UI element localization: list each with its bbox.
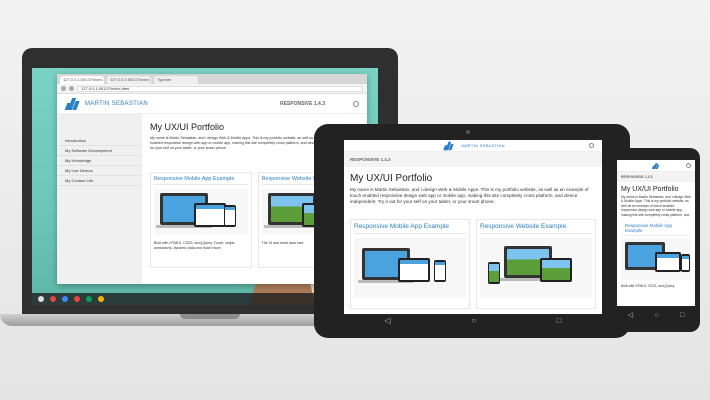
card-title[interactable]: Responsive Website Example bbox=[480, 223, 592, 234]
version-label: RESPONSIVE 1.4.3 bbox=[344, 152, 602, 167]
drive-icon[interactable] bbox=[86, 296, 92, 302]
page-title: My UX/UI Portfolio bbox=[621, 186, 679, 193]
recent-apps-icon[interactable]: □ bbox=[680, 312, 684, 319]
browser-tab[interactable]: 127.0.0.1:55137/index.html bbox=[60, 76, 104, 84]
search-icon[interactable] bbox=[353, 100, 359, 107]
site-header: MARTIN SEBASTIAN RESPONSIVE 1.4.3 bbox=[57, 94, 367, 114]
tablet-camera bbox=[466, 130, 470, 134]
sidebar-item-contact-info[interactable]: My Contact Info bbox=[57, 176, 142, 186]
phone-nav-bar: ◁ ○ □ bbox=[617, 308, 695, 322]
logo-icon[interactable] bbox=[443, 141, 455, 150]
logo-icon[interactable] bbox=[651, 162, 660, 169]
docs-icon[interactable] bbox=[98, 296, 104, 302]
back-icon[interactable] bbox=[61, 86, 66, 91]
sidebar-item-software-development[interactable]: My Software Development bbox=[57, 146, 142, 156]
search-icon[interactable] bbox=[589, 143, 594, 148]
youtube-icon[interactable] bbox=[74, 296, 80, 302]
sidebar-item-live-demos[interactable]: My Live Demos bbox=[57, 166, 142, 176]
version-label: RESPONSIVE 1.4.3 bbox=[279, 100, 325, 107]
browser-toolbar: 127.0.0.1:55137/index.html bbox=[57, 84, 367, 94]
sidebar: Introduction My Software Development My … bbox=[57, 114, 142, 284]
browser-tab[interactable]: Typeset bbox=[154, 76, 198, 84]
back-icon[interactable]: ◁ bbox=[384, 317, 390, 325]
tablet-screen: MARTIN SEBASTIAN RESPONSIVE 1.4.3 My UX/… bbox=[344, 140, 602, 314]
site-header: MARTIN SEBASTIAN bbox=[344, 140, 602, 152]
intro-paragraph: My name is Martin Sebastian, and I desig… bbox=[621, 195, 691, 217]
example-cards: Responsive Mobile App Example Responsive… bbox=[344, 213, 602, 314]
card-title[interactable]: Responsive Mobile App Example bbox=[621, 219, 691, 236]
devices-preview-image bbox=[154, 189, 248, 235]
sidebar-item-knowledge[interactable]: My Knowledge bbox=[57, 156, 142, 166]
recent-apps-icon[interactable]: □ bbox=[557, 317, 562, 325]
home-icon[interactable]: ○ bbox=[654, 312, 658, 319]
card-description: Built with HTML5, CSS3, and jQuery. bbox=[621, 284, 675, 288]
launcher-icon[interactable] bbox=[38, 296, 44, 302]
site-header bbox=[617, 160, 695, 172]
search-icon[interactable] bbox=[686, 163, 691, 168]
chrome-icon[interactable] bbox=[50, 296, 56, 302]
devices-scene: 127.0.0.1:55137/index.html 127.0.0.1:551… bbox=[0, 0, 710, 400]
sidebar-item-introduction[interactable]: Introduction bbox=[57, 136, 142, 146]
browser-tab[interactable]: 127.0.0.1:55137/index bbox=[107, 76, 151, 84]
home-icon[interactable]: ○ bbox=[471, 317, 476, 325]
browser-tabbar: 127.0.0.1:55137/index.html 127.0.0.1:551… bbox=[57, 74, 367, 84]
intro-paragraph: My name is Martin Sebastian, and I desig… bbox=[350, 187, 589, 204]
mail-icon[interactable] bbox=[62, 296, 68, 302]
phone-screen: RESPONSIVE 1.4.3 My UX/UI Portfolio My n… bbox=[617, 160, 695, 306]
laptop-notch bbox=[180, 314, 240, 319]
version-label: RESPONSIVE 1.4.3 bbox=[617, 172, 695, 182]
forward-icon[interactable] bbox=[69, 86, 74, 91]
devices-preview-image bbox=[480, 238, 592, 298]
mobile-app-example-card[interactable]: Responsive Mobile App Example bbox=[350, 219, 470, 309]
address-bar[interactable]: 127.0.0.1:55137/index.html bbox=[77, 85, 363, 92]
website-example-card[interactable]: Responsive Website Example bbox=[476, 219, 596, 309]
back-icon[interactable]: ◁ bbox=[628, 311, 633, 319]
mobile-app-example-card[interactable]: Responsive Mobile App Example Built with… bbox=[150, 172, 252, 268]
logo-text: MARTIN SEBASTIAN bbox=[461, 143, 505, 148]
devices-preview-image bbox=[354, 238, 466, 298]
card-title[interactable]: Responsive Mobile App Example bbox=[354, 223, 466, 234]
logo-text: MARTIN SEBASTIAN bbox=[85, 100, 149, 107]
card-title[interactable]: Responsive Mobile App Example bbox=[154, 176, 248, 185]
devices-preview-image bbox=[621, 238, 691, 280]
tablet-nav-bar: ◁ ○ □ bbox=[344, 314, 602, 328]
logo-icon[interactable] bbox=[64, 97, 81, 110]
card-description: Built with HTML5, CSS3, and jQuery. Touc… bbox=[154, 241, 236, 250]
page-title: My UX/UI Portfolio bbox=[350, 173, 433, 184]
